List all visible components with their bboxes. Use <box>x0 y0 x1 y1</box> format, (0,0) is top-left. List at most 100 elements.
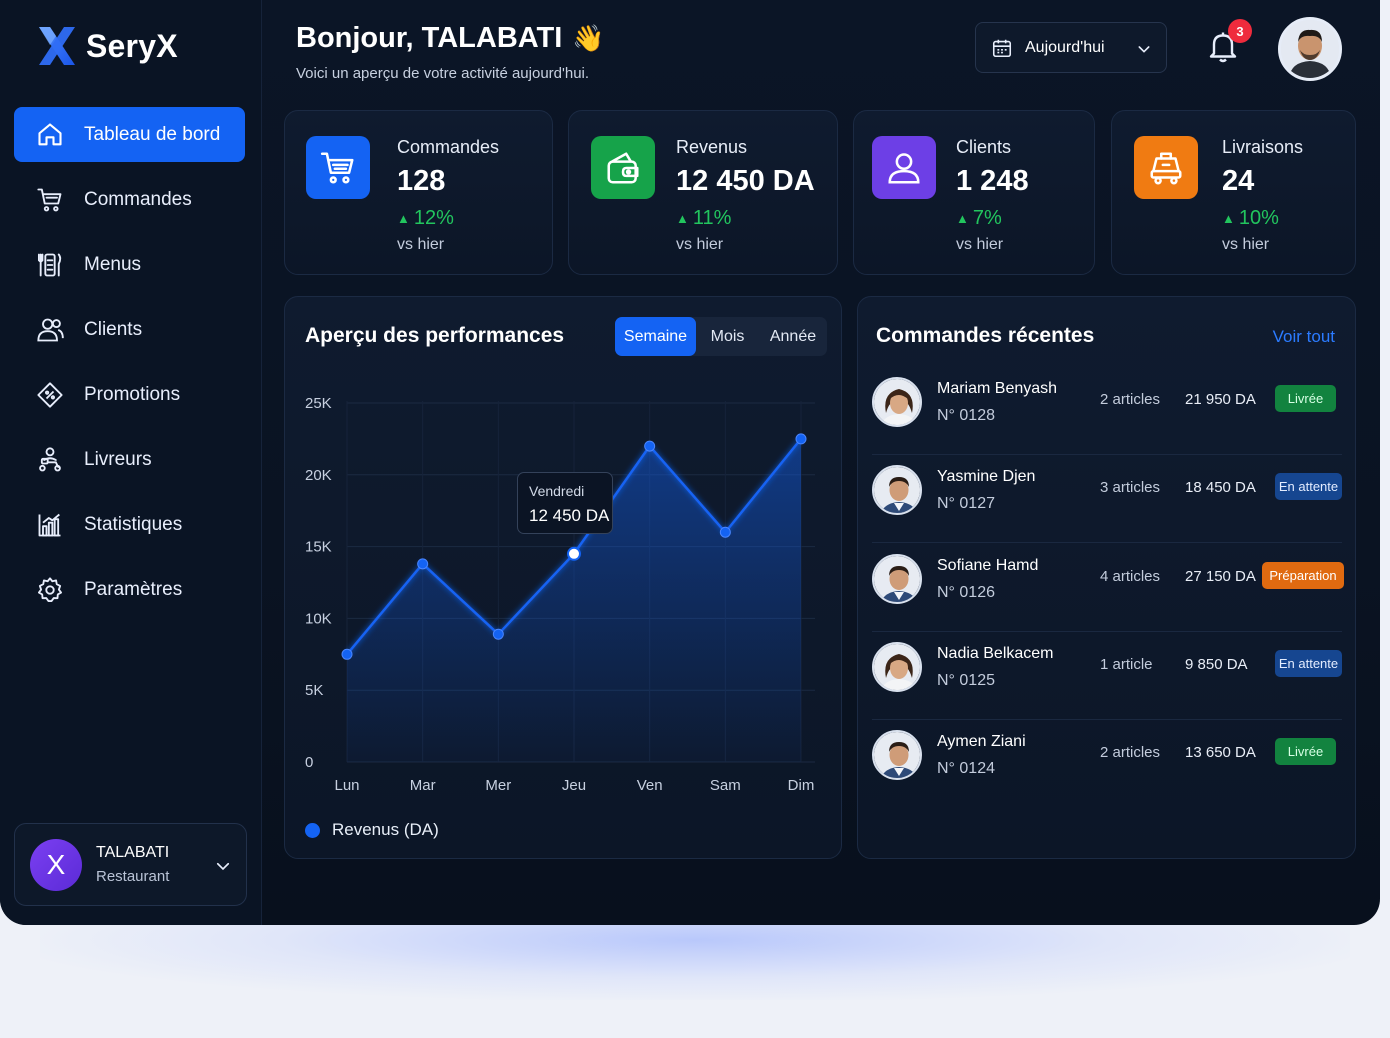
status-badge: Livrée <box>1275 738 1336 765</box>
x-tick-label: Sam <box>710 777 741 794</box>
order-quantity: 2 articles <box>1100 744 1161 761</box>
profile-avatar[interactable] <box>1278 17 1342 81</box>
tooltip-day: Vendredi <box>529 483 585 499</box>
data-point[interactable] <box>644 440 656 452</box>
avatar <box>872 465 922 515</box>
wallet-icon <box>607 151 639 184</box>
stat-label: Commandes <box>397 137 500 157</box>
highlighted-data-point[interactable] <box>567 546 581 561</box>
data-point[interactable] <box>719 526 731 538</box>
sidebar-item-menus[interactable]: Menus <box>14 237 245 292</box>
dashboard-window: SeryX Tableau de bord Commandes Menus Cl… <box>0 0 1380 925</box>
order-quantity: 3 articles <box>1100 479 1161 496</box>
y-tick-label: 0 <box>305 754 313 771</box>
tooltip-value: 12 450 DA <box>529 506 610 525</box>
stat-icon-box <box>872 136 936 199</box>
account-role: Restaurant <box>96 868 170 885</box>
order-row[interactable]: Sofiane Hamd N° 0126 4 articles 27 150 D… <box>858 544 1356 632</box>
order-row[interactable]: Mariam Benyash N° 0128 2 articles 21 950… <box>858 367 1356 455</box>
data-point[interactable] <box>417 558 429 570</box>
x-tick-label: Dim <box>788 777 815 794</box>
stat-card-deliveries[interactable]: Livraisons 24 ▲ 10% vs hier <box>1111 110 1356 275</box>
stat-card-clients[interactable]: Clients 1 248 ▲ 7% vs hier <box>853 110 1095 275</box>
arrow-up-icon: ▲ <box>397 211 410 226</box>
stat-value: 128 <box>397 165 446 197</box>
sidebar-item-dashboard[interactable]: Tableau de bord <box>14 107 245 162</box>
sidebar-item-drivers[interactable]: Livreurs <box>14 432 245 487</box>
x-tick-label: Jeu <box>562 777 586 794</box>
tag-icon <box>37 381 63 408</box>
stat-value: 1 248 <box>956 165 1029 197</box>
order-amount: 13 650 DA <box>1185 744 1256 761</box>
calendar-icon <box>992 39 1012 57</box>
chart-tooltip: Vendredi 12 450 DA <box>517 472 613 534</box>
chart-legend: Revenus (DA) <box>305 820 439 840</box>
data-point[interactable] <box>341 648 353 660</box>
customer-photo-icon <box>874 732 920 778</box>
order-row[interactable]: Yasmine Djen N° 0127 3 articles 18 450 D… <box>858 455 1356 543</box>
arrow-up-icon: ▲ <box>1222 211 1235 226</box>
row-divider <box>872 542 1342 543</box>
app-logo[interactable]: SeryX <box>36 24 178 68</box>
customer-name: Aymen Ziani <box>937 733 1026 750</box>
notification-badge: 3 <box>1228 19 1252 43</box>
sidebar-item-clients[interactable]: Clients <box>14 302 245 357</box>
x-tick-label: Lun <box>334 777 359 794</box>
stat-value: 24 <box>1222 165 1255 197</box>
app-name: SeryX <box>86 27 178 64</box>
account-switcher[interactable]: X TALABATI Restaurant <box>14 823 247 906</box>
x-tick-label: Mar <box>410 777 436 794</box>
user-icon <box>888 152 920 184</box>
y-tick-label: 10K <box>305 610 332 627</box>
customer-photo-icon <box>874 379 920 425</box>
sidebar-item-orders[interactable]: Commandes <box>14 172 245 227</box>
scooter-icon <box>39 446 61 471</box>
sidebar-item-label: Clients <box>84 318 143 340</box>
y-tick-label: 25K <box>305 395 332 412</box>
order-number: N° 0128 <box>937 407 995 424</box>
sidebar: SeryX Tableau de bord Commandes Menus Cl… <box>0 0 262 925</box>
sidebar-item-label: Promotions <box>84 383 181 405</box>
account-info: TALABATI Restaurant <box>96 844 169 885</box>
stat-label: Revenus <box>676 137 748 157</box>
delivery-icon <box>1150 151 1182 184</box>
panel-title: Commandes récentes <box>876 324 1095 347</box>
status-badge: Préparation <box>1262 562 1344 589</box>
stat-delta: ▲ 11% <box>676 207 731 230</box>
cart-icon <box>320 151 354 184</box>
order-amount: 9 850 DA <box>1185 656 1248 673</box>
order-row[interactable]: Aymen Ziani N° 0124 2 articles 13 650 DA… <box>858 720 1356 808</box>
date-filter-select[interactable]: Aujourd'hui <box>975 22 1167 73</box>
x-tick-label: Ven <box>637 777 663 794</box>
sidebar-item-statistics[interactable]: Statistiques <box>14 497 245 552</box>
order-amount: 18 450 DA <box>1185 479 1256 496</box>
order-row[interactable]: Nadia Belkacem N° 0125 1 article 9 850 D… <box>858 632 1356 720</box>
data-point[interactable] <box>795 433 807 445</box>
stat-card-revenue[interactable]: Revenus 12 450 DA ▲ 11% vs hier <box>568 110 838 275</box>
users-icon <box>37 318 64 341</box>
performance-panel: Aperçu des performances Semaine Mois Ann… <box>284 296 842 859</box>
page-subtitle: Voici un aperçu de votre activité aujour… <box>296 65 590 82</box>
wave-emoji: 👋 <box>572 23 605 53</box>
stat-label: Clients <box>956 137 1012 157</box>
sidebar-item-label: Livreurs <box>84 448 152 470</box>
data-point[interactable] <box>492 628 504 640</box>
order-quantity: 1 article <box>1100 656 1153 673</box>
stat-delta: ▲ 12% <box>397 207 454 230</box>
sidebar-item-promotions[interactable]: Promotions <box>14 367 245 422</box>
greeting-text: Bonjour, TALABATI <box>296 22 563 54</box>
order-number: N° 0125 <box>937 672 995 689</box>
legend-swatch <box>305 822 320 838</box>
arrow-up-icon: ▲ <box>676 211 689 226</box>
stat-delta-value: 7% <box>972 207 1002 229</box>
account-name: TALABATI <box>96 844 170 861</box>
stat-card-orders[interactable]: Commandes 128 ▲ 12% vs hier <box>284 110 553 275</box>
logo-x-icon <box>39 27 75 65</box>
gear-icon <box>37 576 63 602</box>
sidebar-item-label: Tableau de bord <box>84 123 221 145</box>
see-all-link[interactable]: Voir tout <box>1273 327 1335 347</box>
menu-icon <box>37 253 62 276</box>
avatar: X <box>30 838 82 891</box>
stat-label: Livraisons <box>1222 137 1304 157</box>
sidebar-item-settings[interactable]: Paramètres <box>14 562 245 617</box>
